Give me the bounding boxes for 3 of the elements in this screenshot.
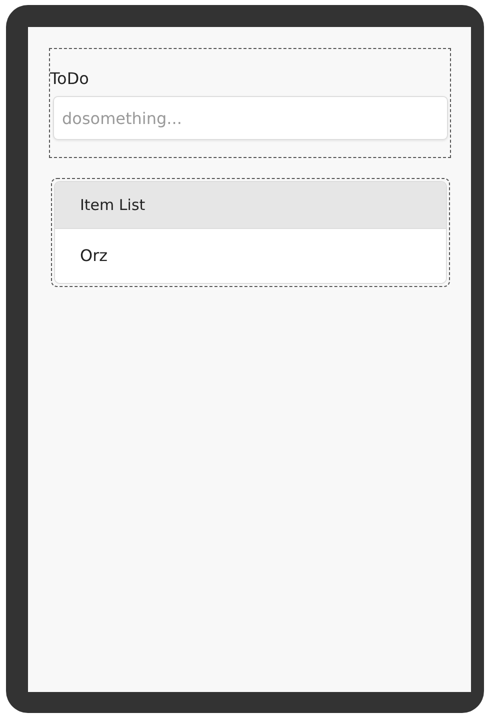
list-header: Item List	[55, 182, 446, 229]
todo-input-field[interactable]: dosomething...	[53, 96, 448, 140]
todo-label: ToDo	[50, 69, 90, 88]
